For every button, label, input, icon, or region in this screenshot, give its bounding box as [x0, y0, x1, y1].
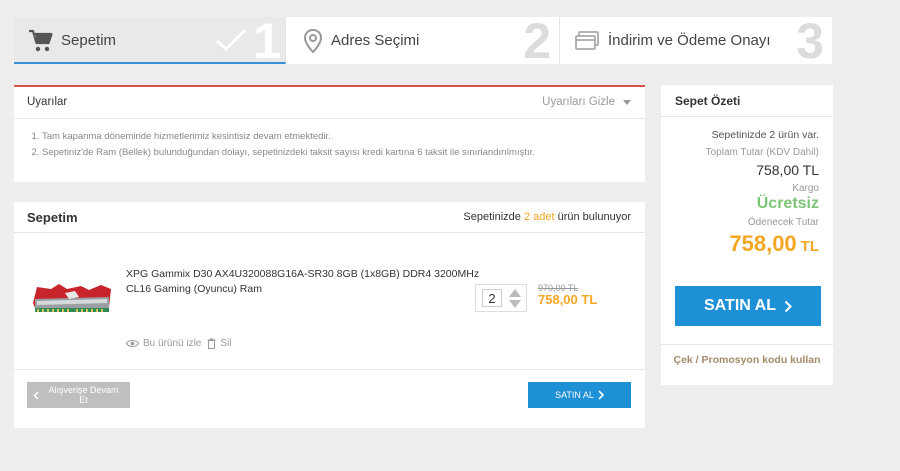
- warning-item: Tam kapanma döneminde hizmetlerimiz kesi…: [42, 129, 645, 145]
- payable-value: 758,00: [729, 231, 797, 256]
- cart-info-count: 2 adet: [523, 211, 555, 223]
- payable-label: Ödenecek Tutar: [747, 217, 819, 228]
- check-icon: [216, 28, 247, 52]
- cart-info-suffix: ürün bulunuyor: [557, 211, 631, 223]
- watch-product-link[interactable]: Bu ürünü izle: [143, 338, 201, 349]
- warnings-list: Tam kapanma döneminde hizmetlerimiz kesi…: [14, 129, 645, 161]
- step-label: Sepetim: [61, 32, 117, 49]
- step-address[interactable]: Adres Seçimi 2: [286, 17, 560, 64]
- quantity-input[interactable]: 2: [482, 289, 502, 307]
- step-label: Adres Seçimi: [331, 32, 420, 49]
- summary-title: Sepet Özeti: [675, 94, 741, 108]
- product-name[interactable]: XPG Gammix D30 AX4U320088G16A-SR30 8GB (…: [126, 267, 486, 297]
- chevron-right-icon: [784, 300, 792, 312]
- location-pin-icon: [303, 28, 323, 54]
- cart-info-prefix: Sepetinizde: [463, 211, 521, 223]
- summary-buy-button[interactable]: SATIN AL: [675, 286, 821, 326]
- continue-shopping-button[interactable]: Alışverişe Devam Et: [27, 382, 130, 408]
- summary-buy-label: SATIN AL: [704, 297, 776, 314]
- cart-item: XPG Gammix D30 AX4U320088G16A-SR30 8GB (…: [14, 233, 645, 370]
- warnings-title: Uyarılar: [27, 96, 68, 108]
- hide-warnings-label: Uyarıları Gizle: [542, 96, 615, 108]
- shipping-value: Ücretsiz: [756, 195, 819, 212]
- buy-button[interactable]: SATIN AL: [528, 382, 631, 408]
- chevron-left-icon: [33, 390, 39, 400]
- payable-currency: TL: [800, 238, 819, 255]
- cart-count-info: Sepetinizde 2 adet ürün bulunuyor: [463, 211, 631, 223]
- warnings-panel: Uyarılar Uyarıları Gizle Tam kapanma dön…: [14, 85, 645, 182]
- decrease-quantity-icon[interactable]: [509, 300, 521, 308]
- total-label: Toplam Tutar (KDV Dahil): [705, 147, 819, 158]
- cart-summary-panel: Sepet Özeti Sepetinizde 2 ürün var. Topl…: [661, 85, 833, 385]
- summary-item-count: Sepetinizde 2 ürün var.: [711, 129, 819, 141]
- quantity-stepper[interactable]: 2: [475, 284, 527, 312]
- trash-icon: [207, 338, 216, 349]
- card-icon: [575, 31, 599, 50]
- payable-amount: 758,00 TL: [729, 231, 819, 257]
- increase-quantity-icon[interactable]: [509, 289, 521, 297]
- cart-header: Sepetim Sepetinizde 2 adet ürün bulunuyo…: [14, 202, 645, 233]
- eye-icon: [126, 339, 139, 348]
- step-payment[interactable]: İndirim ve Ödeme Onayı 3: [560, 17, 832, 64]
- buy-button-label: SATIN AL: [555, 390, 594, 400]
- promo-code-link[interactable]: Çek / Promosyon kodu kullan: [661, 344, 833, 366]
- step-cart[interactable]: Sepetim 1: [14, 17, 286, 64]
- current-price: 758,00 TL: [538, 292, 598, 307]
- shipping-label: Kargo: [792, 183, 819, 194]
- summary-header: Sepet Özeti: [661, 85, 833, 117]
- warning-item: Sepetiniz'de Ram (Bellek) bulunduğundan …: [42, 145, 645, 161]
- step-number: 2: [523, 17, 551, 64]
- total-amount: 758,00 TL: [756, 162, 819, 178]
- step-number: 1: [253, 17, 281, 64]
- cart-title: Sepetim: [27, 210, 78, 225]
- caret-down-icon: [623, 99, 631, 105]
- delete-item-link[interactable]: Sil: [220, 338, 231, 349]
- product-image[interactable]: [31, 281, 113, 315]
- warnings-header: Uyarılar Uyarıları Gizle: [14, 87, 645, 119]
- continue-shopping-label: Alışverişe Devam Et: [48, 385, 119, 405]
- chevron-right-icon: [598, 390, 604, 400]
- step-label: İndirim ve Ödeme Onayı: [608, 32, 771, 49]
- hide-warnings-toggle[interactable]: Uyarıları Gizle: [542, 96, 631, 108]
- item-actions: Bu ürünü izle Sil: [126, 338, 232, 349]
- cart-icon: [29, 29, 53, 52]
- cart-panel: Sepetim Sepetinizde 2 adet ürün bulunuyo…: [14, 202, 645, 428]
- step-number: 3: [796, 17, 824, 64]
- checkout-steps: Sepetim 1 Adres Seçimi 2 İndirim ve Ödem…: [14, 17, 832, 64]
